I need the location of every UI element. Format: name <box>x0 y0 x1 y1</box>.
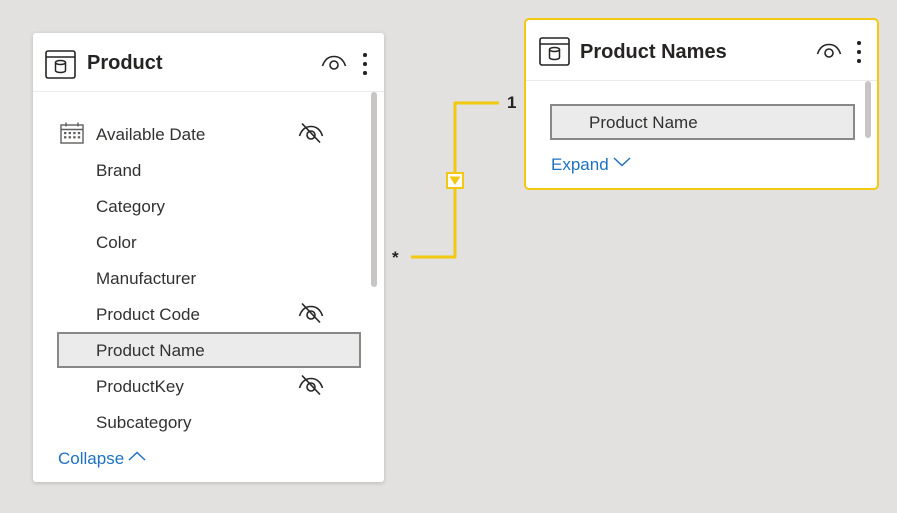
product-names-table-card[interactable]: Product Names Product Name Expand <box>524 18 879 190</box>
field-subcategory[interactable]: Subcategory <box>96 413 191 433</box>
field-color[interactable]: Color <box>96 233 137 253</box>
vertical-scrollbar[interactable] <box>865 81 871 138</box>
relationship-many-label: * <box>392 248 399 267</box>
collapse-label: Collapse <box>58 449 125 468</box>
field-product-code[interactable]: Product Code <box>96 305 200 325</box>
visibility-eye-icon[interactable] <box>321 55 347 76</box>
field-productkey[interactable]: ProductKey <box>96 377 184 397</box>
product-table-title: Product <box>87 52 163 74</box>
chevron-up-icon <box>128 451 146 461</box>
product-names-table-title: Product Names <box>580 41 727 63</box>
chevron-down-icon <box>613 157 631 167</box>
field-product-name[interactable]: Product Name <box>589 113 698 133</box>
table-icon <box>539 37 570 71</box>
field-available-date[interactable]: Available Date <box>96 125 205 145</box>
field-brand[interactable]: Brand <box>96 161 141 181</box>
more-options-icon[interactable] <box>854 40 864 64</box>
product-table-header[interactable]: Product <box>33 33 384 92</box>
hidden-eye-icon[interactable] <box>298 122 324 149</box>
table-icon <box>45 50 76 84</box>
relationship-one-label: 1 <box>507 93 517 112</box>
collapse-link[interactable]: Collapse <box>58 449 146 469</box>
more-options-icon[interactable] <box>360 52 370 76</box>
visibility-eye-icon[interactable] <box>816 43 842 64</box>
product-table-card[interactable]: Product Available Date Brand Category Co… <box>33 33 384 482</box>
expand-link[interactable]: Expand <box>551 155 631 175</box>
product-names-table-header[interactable]: Product Names <box>526 20 877 81</box>
field-manufacturer[interactable]: Manufacturer <box>96 269 196 289</box>
calendar-icon <box>60 122 84 149</box>
expand-label: Expand <box>551 155 609 174</box>
vertical-scrollbar[interactable] <box>371 92 377 287</box>
field-product-name[interactable]: Product Name <box>96 341 205 361</box>
hidden-eye-icon[interactable] <box>298 374 324 401</box>
filter-direction-arrow-icon <box>446 172 464 189</box>
field-category[interactable]: Category <box>96 197 165 217</box>
hidden-eye-icon[interactable] <box>298 302 324 329</box>
